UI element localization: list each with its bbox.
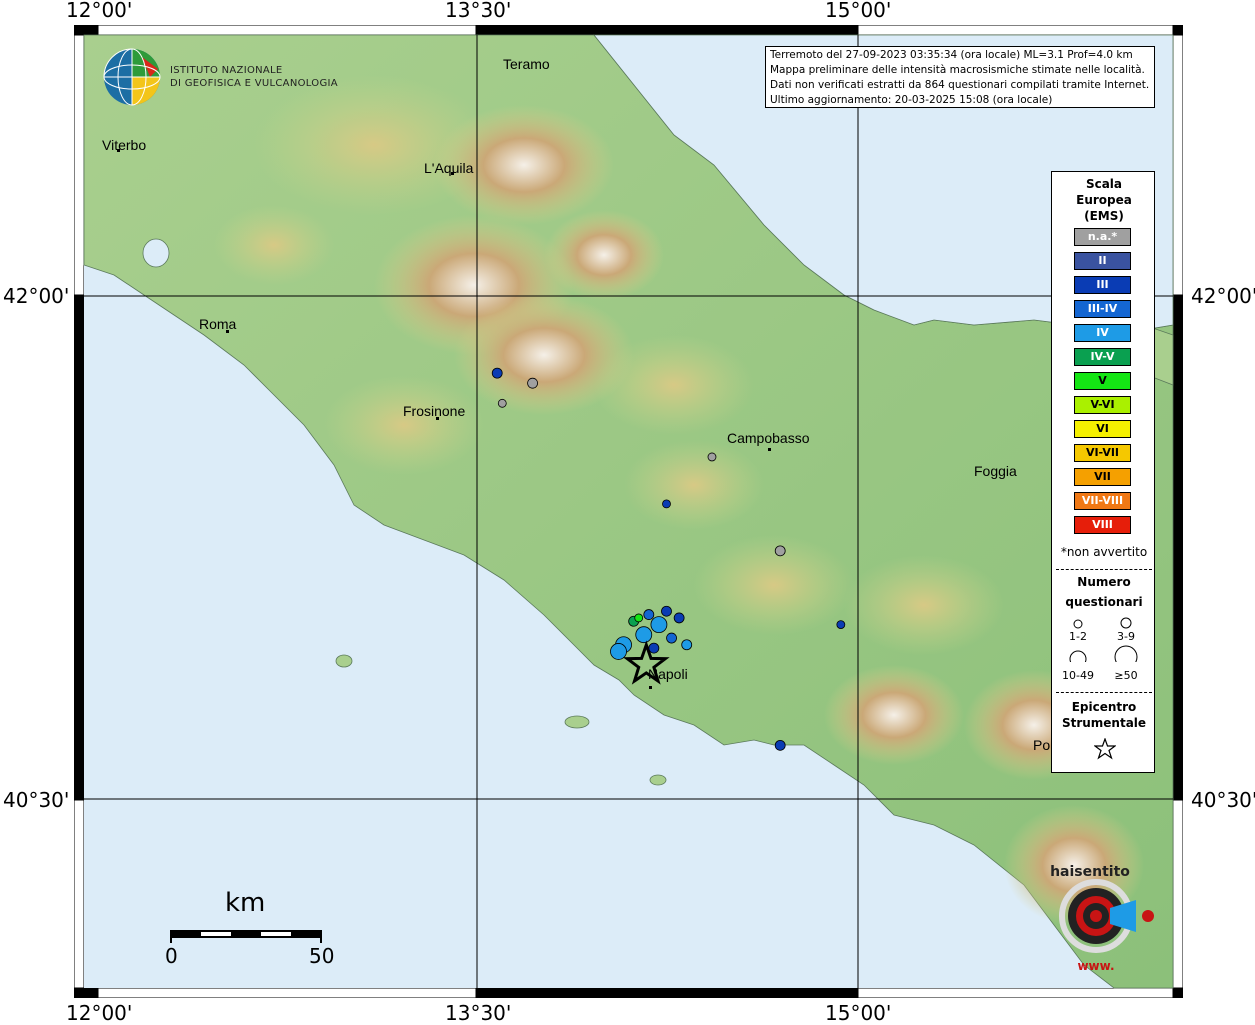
place-roma: Roma	[199, 316, 237, 332]
intensity-point[interactable]	[610, 643, 627, 660]
place-foggia: Foggia	[974, 463, 1017, 479]
intensity-point[interactable]	[662, 499, 671, 509]
event-info-box: Terremoto del 27-09-2023 03:35:34 (ora l…	[765, 46, 1155, 108]
coord-right-42: 42°00'	[1191, 284, 1255, 308]
legend-count-title-2: questionari	[1065, 595, 1143, 609]
ingv-globe-icon	[103, 48, 161, 106]
intensity-point[interactable]	[707, 452, 717, 462]
ingv-name-line2: DI GEOFISICA E VULCANOLOGIA	[170, 78, 338, 89]
haisentito-target-icon: haisentito www.	[1050, 864, 1154, 973]
legend-count-title-1: Numero	[1077, 575, 1131, 589]
place-laquila: L'Aquila	[424, 160, 474, 176]
ingv-name-line1: ISTITUTO NAZIONALE	[170, 65, 283, 76]
event-info-line2: Mappa preliminare delle intensità macros…	[770, 64, 1145, 76]
legend-swatch: III-IV	[1074, 300, 1131, 318]
legend-star-icon	[1094, 738, 1116, 760]
legend-swatch: VIII	[1074, 516, 1131, 534]
legend-swatch: II	[1074, 252, 1131, 270]
ingv-name: ISTITUTO NAZIONALE DI GEOFISICA E VULCAN…	[170, 64, 338, 90]
legend-title-2: Europea	[1076, 193, 1132, 207]
intensity-point[interactable]	[774, 545, 786, 557]
legend-size-4: ≥50	[1114, 669, 1138, 682]
intensity-point[interactable]	[634, 613, 644, 623]
intensity-point[interactable]	[643, 609, 655, 620]
legend: Scala Europea (EMS) n.a.* II III III-IV IV IV…	[1051, 171, 1155, 773]
intensity-point[interactable]	[681, 639, 693, 651]
legend-size-2: 3-9	[1117, 630, 1135, 643]
intensity-point[interactable]	[527, 377, 538, 389]
map-panel[interactable]	[73, 24, 1184, 999]
island-ventotene	[649, 774, 667, 786]
legend-swatch: V-VI	[1074, 396, 1131, 414]
coord-top-13-30: 13°30'	[445, 0, 512, 22]
scale-max: 50	[309, 944, 335, 968]
coord-left-42: 42°00'	[3, 284, 70, 308]
legend-title-1: Scala	[1085, 177, 1123, 191]
legend-swatch: VI-VII	[1074, 444, 1131, 462]
place-napoli: Napoli	[648, 666, 688, 682]
legend-title-3: (EMS)	[1084, 209, 1124, 223]
coord-right-40-30: 40°30'	[1191, 788, 1255, 812]
intensity-point[interactable]	[666, 632, 677, 644]
place-teramo: Teramo	[503, 56, 550, 72]
place-campobasso: Campobasso	[727, 430, 810, 446]
intensity-point[interactable]	[673, 612, 685, 624]
svg-text:haisentito: haisentito	[1050, 864, 1130, 880]
legend-swatch: VII-VIII	[1074, 492, 1131, 510]
place-viterbo: Viterbo	[102, 137, 147, 153]
legend-swatch: IV	[1074, 324, 1131, 342]
scale-unit: km	[225, 888, 266, 918]
legend-swatch: V	[1074, 372, 1131, 390]
haisentito-logo: haisentito www.	[1030, 858, 1162, 978]
legend-swatch: III	[1074, 276, 1131, 294]
place-potenza: Po	[1033, 737, 1051, 753]
island-capri	[564, 715, 590, 729]
event-info-line1: Terremoto del 27-09-2023 03:35:34 (ora l…	[770, 49, 1133, 61]
coord-bottom-15: 15°00'	[825, 1001, 892, 1025]
legend-size-1: 1-2	[1069, 630, 1087, 643]
coord-top-12: 12°00'	[66, 0, 133, 22]
legend-size-3: 10-49	[1062, 669, 1094, 682]
intensity-point[interactable]	[491, 367, 503, 379]
intensity-point[interactable]	[635, 626, 653, 644]
coord-bottom-13-30: 13°30'	[445, 1001, 512, 1025]
intensity-point[interactable]	[774, 739, 786, 751]
legend-swatch: VII	[1074, 468, 1131, 486]
intensity-point[interactable]	[648, 642, 660, 654]
coord-left-40-30: 40°30'	[3, 788, 70, 812]
legend-epi-title-2: Strumentale	[1061, 716, 1147, 730]
event-info-line4: Ultimo aggiornamento: 20-03-2025 15:08 (…	[770, 94, 1053, 106]
legend-divider	[1056, 569, 1152, 570]
legend-note: *non avvertito	[1060, 545, 1148, 559]
coord-bottom-12: 12°00'	[66, 1001, 133, 1025]
lake-bolsena	[142, 238, 170, 268]
intensity-point[interactable]	[497, 398, 507, 408]
intensity-point[interactable]	[836, 620, 846, 630]
map-canvas[interactable]	[73, 24, 1184, 999]
legend-swatch: IV-V	[1074, 348, 1131, 366]
intensity-point[interactable]	[661, 605, 672, 617]
svg-text:www.: www.	[1077, 959, 1114, 973]
island-ischia	[335, 654, 353, 668]
legend-swatch: VI	[1074, 420, 1131, 438]
legend-swatch: n.a.*	[1074, 228, 1131, 246]
coord-top-15: 15°00'	[825, 0, 892, 22]
scale-min: 0	[165, 944, 178, 968]
legend-epi-title-1: Epicentro	[1071, 700, 1137, 714]
place-frosinone: Frosinone	[403, 403, 466, 419]
event-info-line3: Dati non verificati estratti da 864 ques…	[770, 79, 1150, 91]
intensity-point[interactable]	[650, 616, 668, 634]
legend-divider-2	[1056, 692, 1152, 693]
